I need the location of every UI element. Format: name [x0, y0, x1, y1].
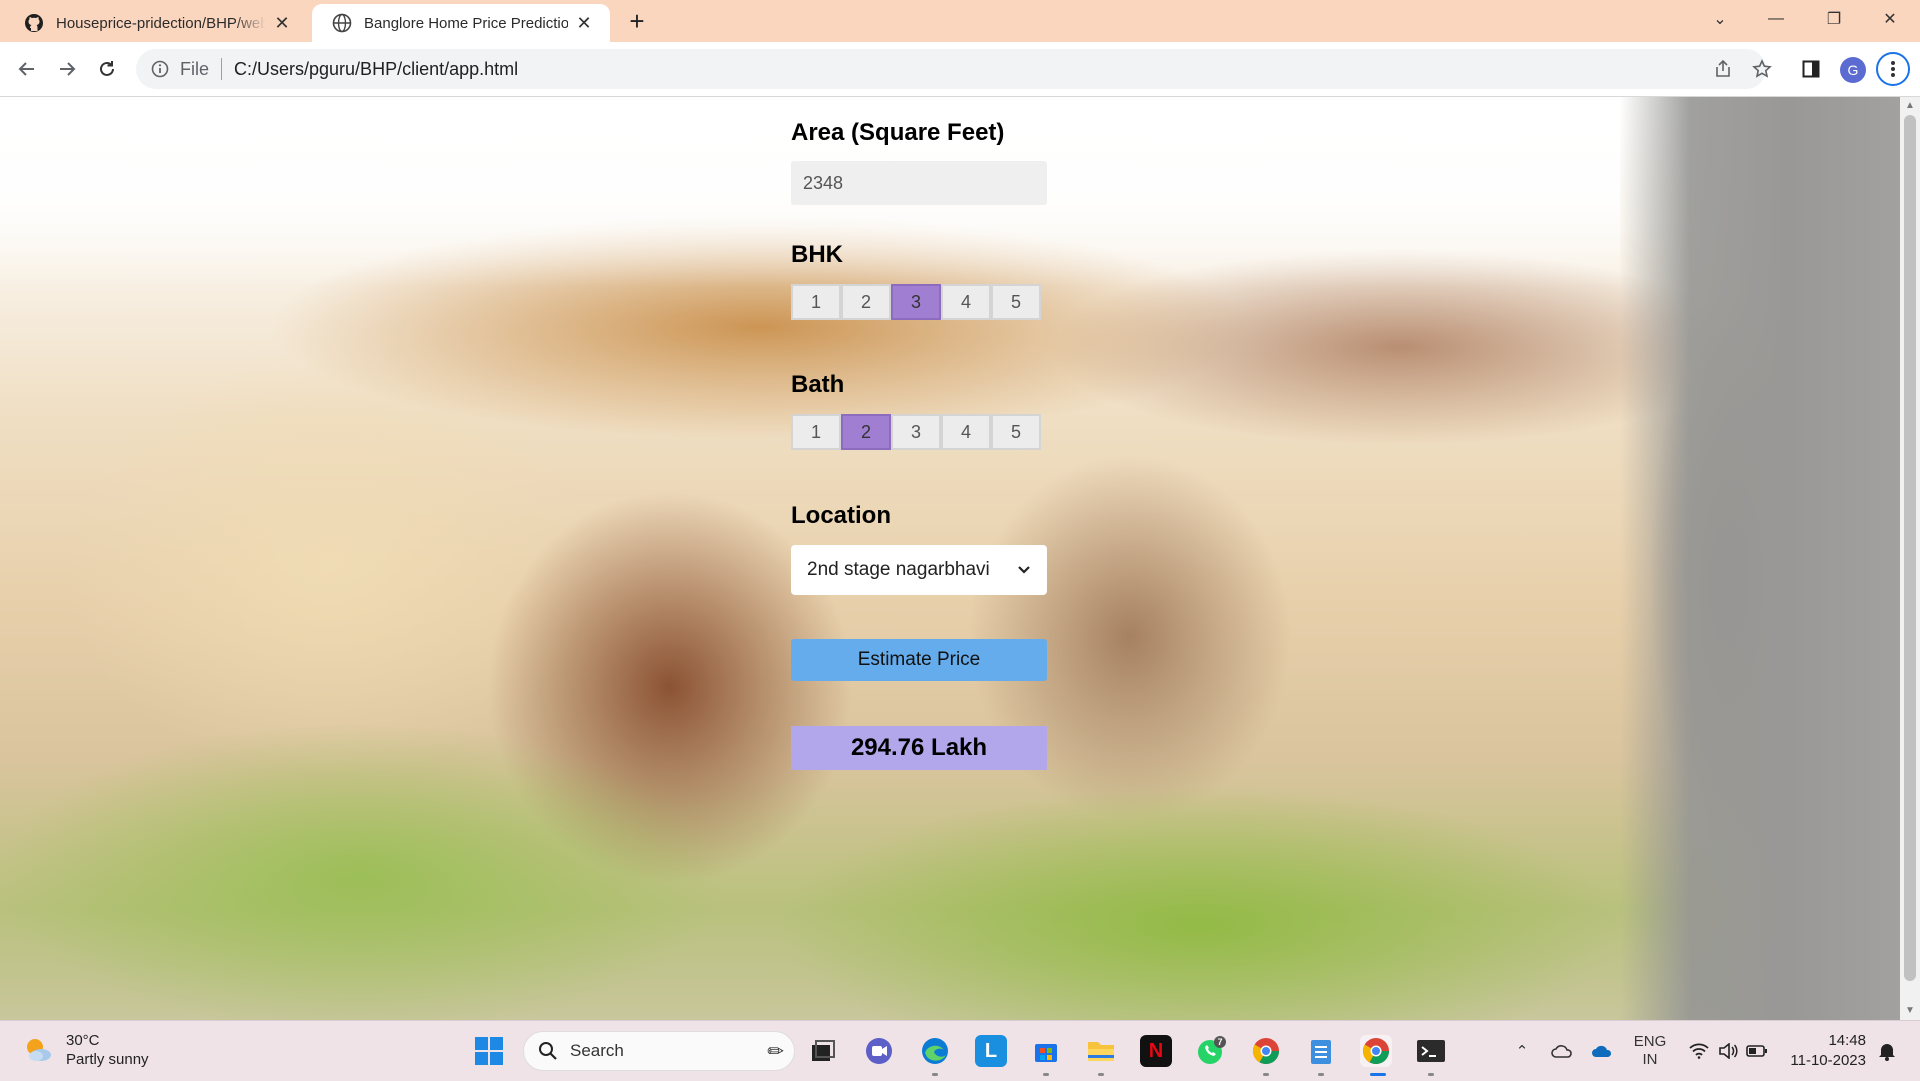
- whatsapp-badge: 7: [1217, 1037, 1222, 1047]
- language-top: ENG: [1633, 1033, 1667, 1050]
- windows-start-icon[interactable]: [474, 1036, 504, 1066]
- share-icon[interactable]: [1710, 56, 1736, 82]
- whatsapp-icon[interactable]: 7: [1195, 1035, 1227, 1067]
- bhk-label: BHK: [791, 241, 843, 268]
- clock-date: 11-10-2023: [1790, 1052, 1866, 1069]
- bhk-option-2[interactable]: 2: [841, 284, 891, 320]
- language-bottom: IN: [1642, 1051, 1658, 1068]
- forward-icon[interactable]: [52, 54, 82, 84]
- edge-icon[interactable]: [919, 1035, 951, 1067]
- bath-label: Bath: [791, 371, 845, 398]
- restore-icon[interactable]: ❐: [1806, 0, 1862, 38]
- clock-time: 14:48: [1828, 1032, 1866, 1049]
- url-separator: [221, 58, 223, 80]
- estimate-price-button[interactable]: Estimate Price: [791, 639, 1047, 681]
- profile-avatar[interactable]: G: [1840, 57, 1866, 83]
- onedrive-personal-icon[interactable]: [1548, 1021, 1576, 1081]
- bath-selector: 1 2 3 4 5: [791, 414, 1041, 450]
- side-panel-icon[interactable]: [1798, 56, 1824, 82]
- back-icon[interactable]: [12, 54, 42, 84]
- bhk-option-3[interactable]: 3: [891, 284, 941, 320]
- tab-title: Houseprice-pridection/BHP/web: [56, 14, 266, 32]
- scroll-down-icon[interactable]: ▼: [1900, 1002, 1920, 1020]
- bhk-option-4[interactable]: 4: [941, 284, 991, 320]
- close-tab-icon[interactable]: ✕: [574, 13, 594, 34]
- close-tab-icon[interactable]: ✕: [272, 13, 292, 34]
- bath-option-2[interactable]: 2: [841, 414, 891, 450]
- browser-menu-icon[interactable]: [1876, 52, 1910, 86]
- search-placeholder: Search: [570, 1041, 624, 1060]
- reload-icon[interactable]: [92, 54, 122, 84]
- notepad-running-indicator: [1318, 1073, 1324, 1076]
- weather-temp: 30°C: [66, 1032, 100, 1049]
- scrollbar-thumb[interactable]: [1904, 115, 1916, 981]
- meet-icon[interactable]: [863, 1035, 895, 1067]
- volume-icon[interactable]: [1713, 1021, 1743, 1081]
- browser-titlebar: Houseprice-pridection/BHP/web ✕ Banglore…: [0, 0, 1920, 42]
- minimize-icon[interactable]: —: [1748, 0, 1804, 38]
- show-hidden-icons-chevron-icon[interactable]: ⌃: [1508, 1021, 1536, 1081]
- bath-option-3[interactable]: 3: [891, 414, 941, 450]
- estimated-price-result: 294.76 Lakh: [791, 726, 1047, 770]
- tab-title: Banglore Home Price Prediction: [364, 14, 568, 32]
- battery-icon[interactable]: [1742, 1021, 1772, 1081]
- bath-option-5[interactable]: 5: [991, 414, 1041, 450]
- edge-running-indicator: [932, 1073, 938, 1076]
- partly-sunny-icon: [27, 1039, 51, 1061]
- new-tab-button[interactable]: +: [622, 6, 652, 36]
- page-scrollbar[interactable]: ▲ ▼: [1900, 97, 1920, 1020]
- task-view-icon[interactable]: [807, 1035, 839, 1067]
- bhk-option-1[interactable]: 1: [791, 284, 841, 320]
- bath-option-1[interactable]: 1: [791, 414, 841, 450]
- chrome-running-indicator: [1263, 1073, 1269, 1076]
- chrome-profile-icon[interactable]: [1250, 1035, 1282, 1067]
- background-pillar: [1620, 97, 1900, 1020]
- location-select[interactable]: 2nd stage nagarbhavi: [791, 545, 1047, 595]
- chrome-active-icon[interactable]: [1360, 1035, 1392, 1067]
- location-value: 2nd stage nagarbhavi: [807, 559, 990, 580]
- onedrive-icon[interactable]: [1588, 1021, 1616, 1081]
- search-icon: [539, 1042, 557, 1060]
- taskbar-search[interactable]: Search ✏: [523, 1031, 795, 1071]
- search-highlight-icon: ✏: [767, 1040, 784, 1063]
- netflix-icon[interactable]: N: [1140, 1035, 1172, 1067]
- chevron-down-icon: [1018, 566, 1030, 574]
- terminal-icon[interactable]: [1415, 1035, 1447, 1067]
- bath-option-4[interactable]: 4: [941, 414, 991, 450]
- file-explorer-icon[interactable]: [1085, 1035, 1117, 1067]
- globe-icon: [332, 13, 352, 33]
- github-icon: [25, 14, 43, 32]
- chrome-active-indicator: [1370, 1073, 1386, 1076]
- close-window-icon[interactable]: ✕: [1862, 0, 1918, 38]
- store-running-indicator: [1043, 1073, 1049, 1076]
- scroll-up-icon[interactable]: ▲: [1900, 97, 1920, 115]
- taskbar-clock[interactable]: 14:48 11-10-2023: [1786, 1031, 1866, 1071]
- language-indicator[interactable]: ENG IN: [1626, 1021, 1674, 1081]
- bhk-option-5[interactable]: 5: [991, 284, 1041, 320]
- notepad-icon[interactable]: [1305, 1035, 1337, 1067]
- weather-widget[interactable]: 30°C Partly sunny: [22, 1031, 149, 1069]
- tab-github[interactable]: Houseprice-pridection/BHP/web ✕: [4, 4, 308, 42]
- location-label: Location: [791, 502, 891, 529]
- tab-search-chevron-icon[interactable]: ⌄: [1692, 0, 1748, 38]
- explorer-running-indicator: [1098, 1073, 1104, 1076]
- address-bar[interactable]: File C:/Users/pguru/BHP/client/app.html: [136, 49, 1766, 89]
- wifi-icon[interactable]: [1684, 1021, 1714, 1081]
- bhk-selector: 1 2 3 4 5: [791, 284, 1041, 320]
- area-label: Area (Square Feet): [791, 119, 1005, 146]
- browser-toolbar: File C:/Users/pguru/BHP/client/app.html …: [0, 42, 1920, 97]
- url-text[interactable]: C:/Users/pguru/BHP/client/app.html: [234, 59, 518, 80]
- url-scheme: File: [180, 58, 210, 79]
- tab-banglore-home-price[interactable]: Banglore Home Price Prediction ✕: [312, 4, 610, 42]
- windows-taskbar: 30°C Partly sunny Search ✏ L N 7 ⌃ ENG I…: [0, 1020, 1920, 1081]
- microsoft-store-icon[interactable]: [1030, 1035, 1062, 1067]
- terminal-running-indicator: [1428, 1073, 1434, 1076]
- lumin-icon[interactable]: L: [975, 1035, 1007, 1067]
- bookmark-star-icon[interactable]: [1749, 56, 1775, 82]
- info-icon[interactable]: [150, 59, 170, 79]
- area-input[interactable]: [791, 161, 1047, 205]
- notification-bell-icon[interactable]: [1872, 1021, 1902, 1081]
- weather-desc: Partly sunny: [66, 1051, 149, 1068]
